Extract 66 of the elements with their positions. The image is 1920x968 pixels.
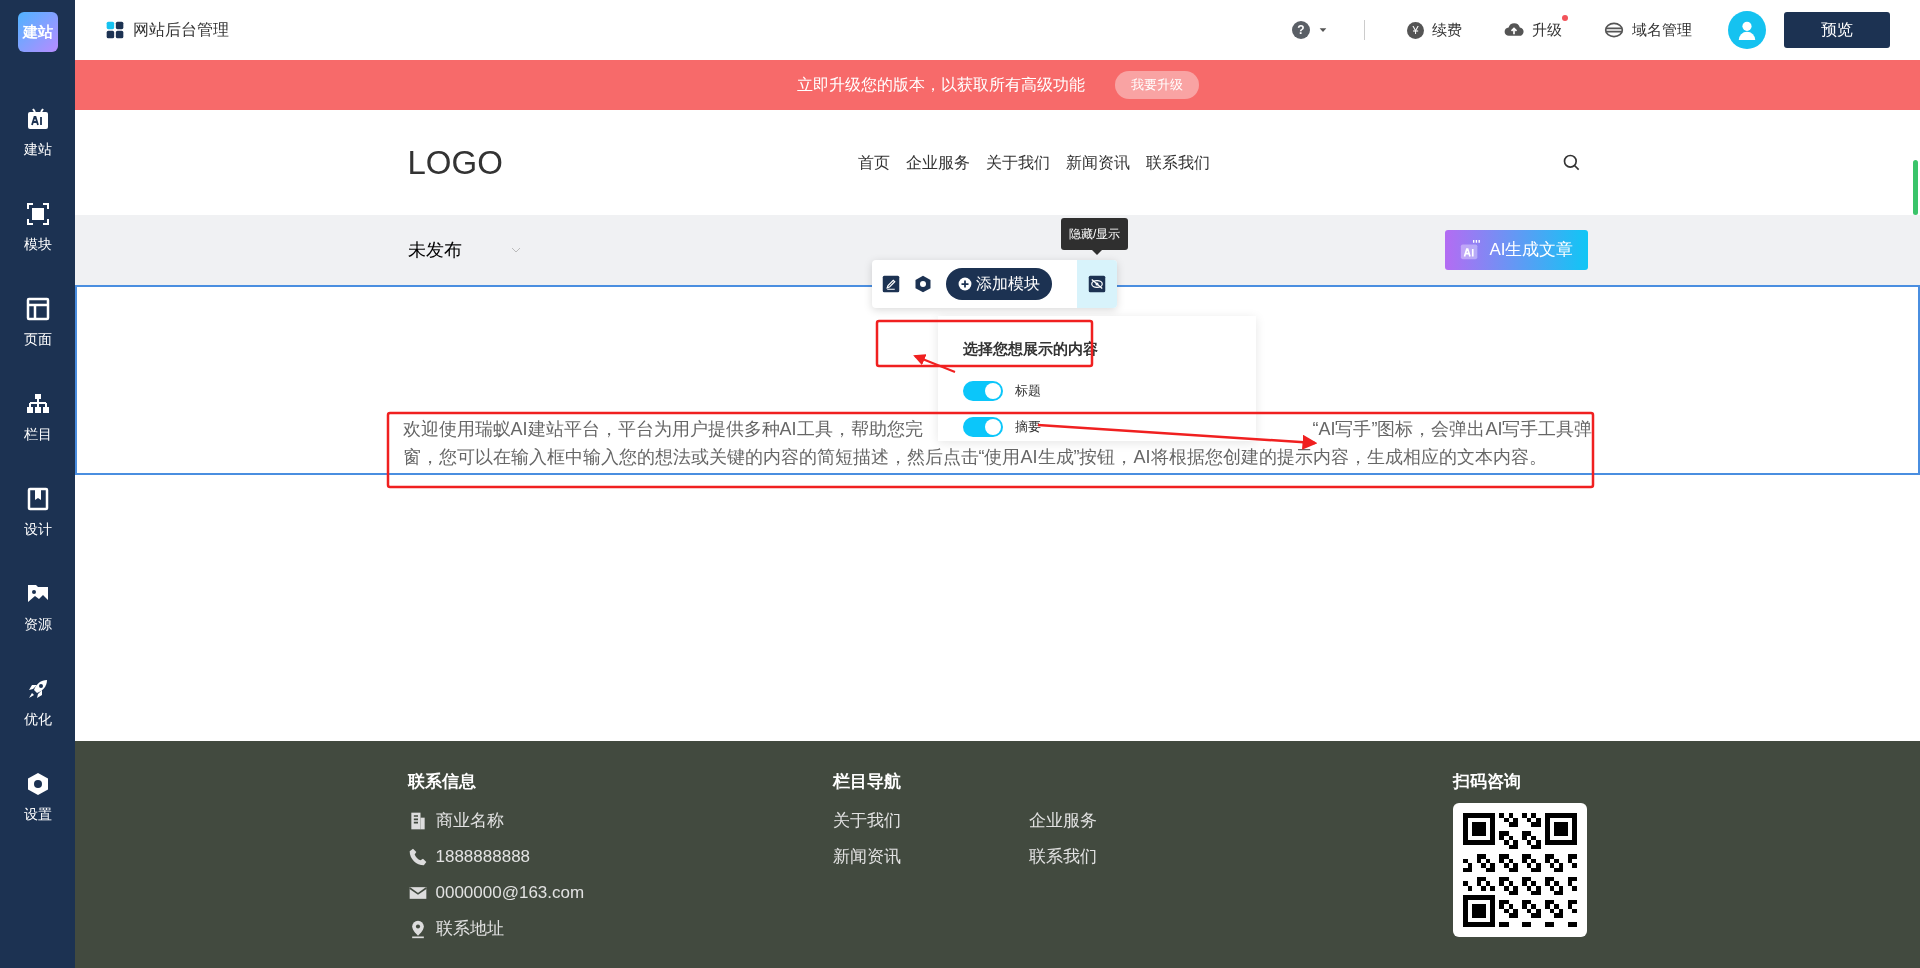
visibility-button[interactable] [1077, 260, 1117, 308]
edit-icon [882, 275, 900, 293]
footer-link[interactable]: 企业服务 [1028, 802, 1225, 839]
sidebar-item[interactable]: 设置 [0, 751, 75, 846]
toolbar-link[interactable]: 域名管理 [1598, 17, 1698, 43]
footer-heading: 扫码咨询 [1452, 771, 1522, 793]
nav-link[interactable]: 首页 [857, 150, 890, 175]
sidebar-item[interactable]: 栏目 [0, 371, 75, 466]
contact-text: 0000000@163.com [435, 881, 585, 904]
site-logo-text: LOGO [407, 142, 503, 183]
caret-icon [1318, 25, 1328, 35]
paragraph-text: 欢迎使用瑞蚁AI建站平台，平台为用户提供多种AI工具，帮助您完 [402, 418, 923, 441]
annotation-arrow [913, 354, 956, 373]
search-icon[interactable] [1561, 152, 1582, 173]
ai-spark-icon [1459, 239, 1482, 261]
image-icon [25, 582, 50, 606]
frame-icon [25, 202, 50, 226]
nav-link[interactable]: 新闻资讯 [1065, 150, 1130, 175]
settings-button[interactable] [914, 275, 932, 293]
contact-text: 商业名称 [435, 809, 504, 832]
toggle-switch[interactable] [963, 416, 1003, 437]
add-module-button[interactable]: 添加模块 [946, 268, 1052, 300]
ai-chip-icon [25, 107, 50, 131]
paragraph-text: “AI写手”图标，会弹出AI写手工具弹 [1312, 418, 1593, 441]
scrollbar-thumb[interactable] [1913, 160, 1918, 215]
toggle-switch[interactable] [963, 380, 1003, 401]
help-button[interactable]: ? [1286, 20, 1334, 40]
layout-icon [25, 297, 50, 321]
paragraph-text: 窗，您可以在输入框中输入您的想法或关键的内容的简短描述，然后点击“使用AI生成”按钮，AI将根据您创建的提示内容，生成相应的文本内容。 [402, 446, 1548, 469]
phone-icon [407, 846, 428, 867]
sidebar-item[interactable]: 资源 [0, 561, 75, 656]
edit-button[interactable] [882, 275, 900, 293]
footer-link[interactable]: 联系我们 [1028, 838, 1225, 875]
nav-link[interactable]: 关于我们 [985, 150, 1050, 175]
settings-icon [914, 275, 932, 293]
footer-link[interactable]: 关于我们 [832, 802, 1029, 839]
nav-link[interactable]: 企业服务 [905, 150, 970, 175]
upgrade-message: 立即升级您的版本，以获取所有高级功能 [796, 75, 1085, 95]
bookmark-icon [25, 487, 50, 511]
hidden-eye-icon [1088, 275, 1106, 293]
sidebar-item[interactable]: 建站 [0, 86, 75, 181]
admin-title: 网站后台管理 [133, 20, 229, 40]
contact-text: 1888888888 [435, 845, 531, 868]
contact-text: 联系地址 [435, 917, 504, 940]
status-dropdown[interactable]: 未发布 [407, 236, 522, 264]
sitemap-icon [25, 392, 50, 416]
toolbar-link[interactable]: 升级 [1498, 17, 1568, 43]
tooltip: 隐藏/显示 [1061, 218, 1129, 250]
option-label: 标题 [1015, 381, 1041, 400]
apps-grid-icon [105, 20, 125, 40]
sidebar-item[interactable]: 页面 [0, 276, 75, 371]
plus-circle-icon [958, 277, 972, 291]
settings-icon [25, 772, 50, 796]
toolbar-link[interactable]: ¥ 续费 [1401, 17, 1468, 43]
preview-button[interactable]: 预览 [1784, 12, 1890, 48]
nav-link[interactable]: 联系我们 [1145, 150, 1210, 175]
globe-icon [1604, 20, 1624, 40]
option-label: 摘要 [1015, 417, 1041, 436]
footer-link[interactable]: 新闻资讯 [832, 838, 1029, 875]
footer-heading: 栏目导航 [832, 771, 902, 793]
site-logo: 建站 [17, 12, 58, 52]
sidebar-item[interactable]: 模块 [0, 181, 75, 276]
sidebar-item[interactable]: 优化 [0, 656, 75, 751]
footer-heading: 联系信息 [407, 771, 477, 793]
qr-code-icon [1452, 802, 1587, 937]
sidebar-item[interactable]: 设计 [0, 466, 75, 561]
